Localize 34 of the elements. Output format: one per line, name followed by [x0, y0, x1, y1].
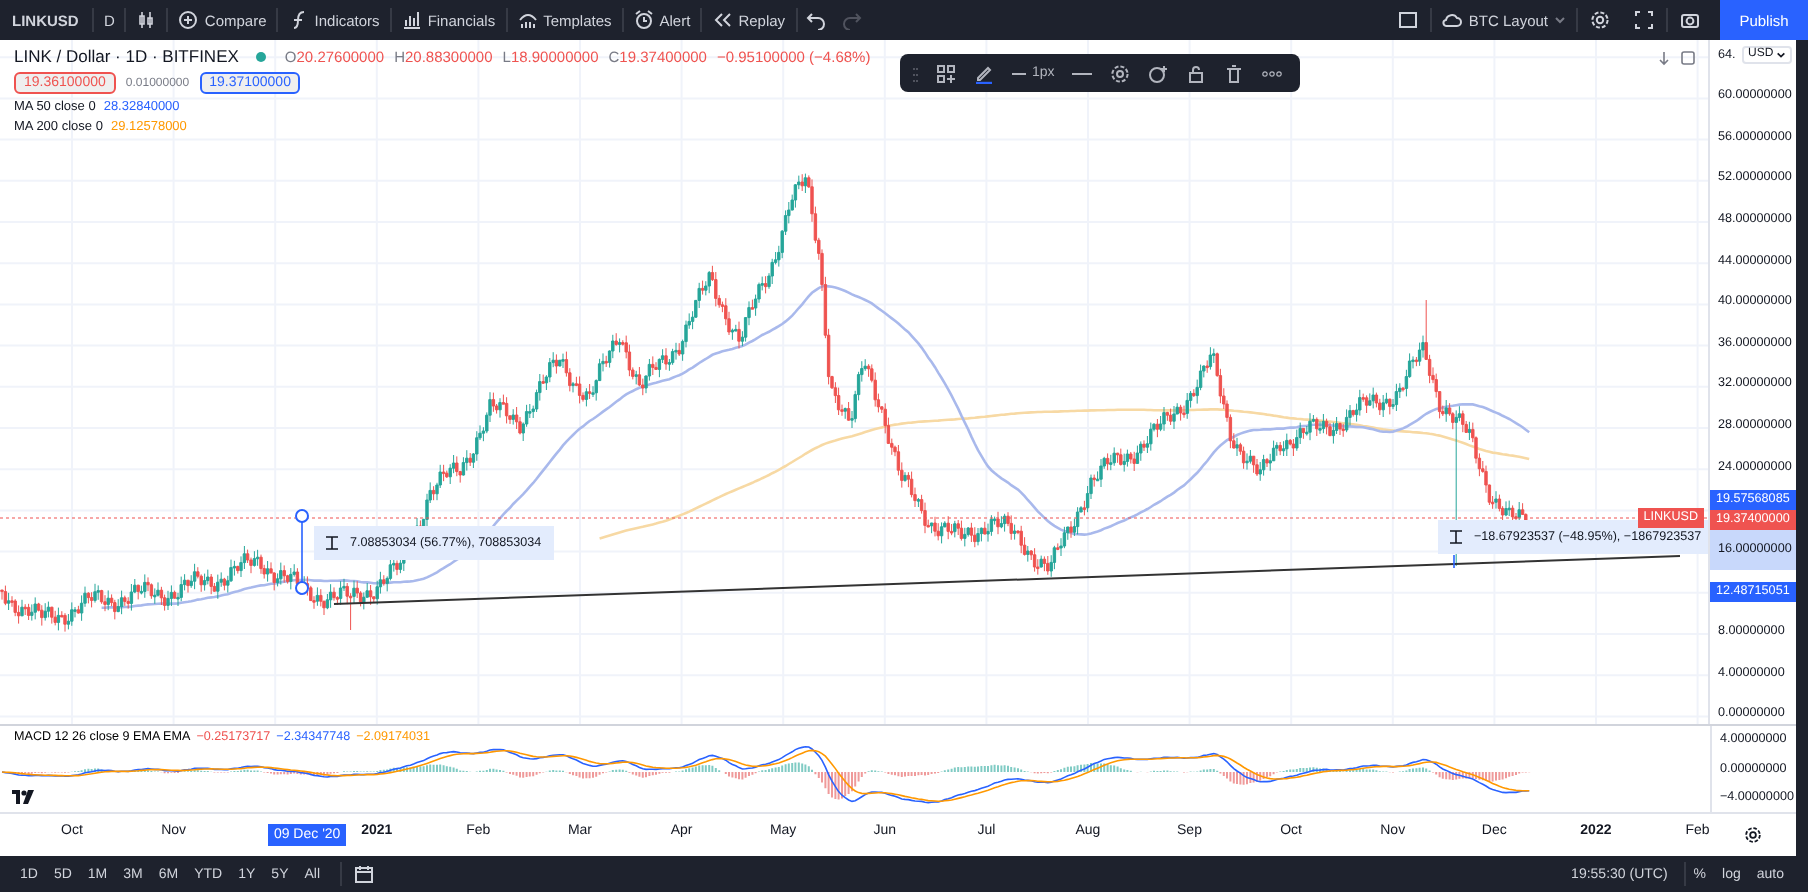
- indicators-icon: [288, 10, 309, 30]
- chart-title: LINK / Dollar · 1D · BITFINEX: [14, 46, 239, 66]
- drag-handle-icon[interactable]: [912, 65, 918, 81]
- object-tree-icon[interactable]: [936, 63, 956, 83]
- undo-icon[interactable]: [805, 10, 826, 30]
- candles-icon[interactable]: [136, 10, 157, 30]
- measure-line[interactable]: [1453, 554, 1455, 569]
- more-icon[interactable]: [1262, 69, 1283, 77]
- settings-icon[interactable]: [1110, 63, 1131, 83]
- compare-icon: [178, 10, 199, 30]
- calendar-icon[interactable]: [354, 864, 375, 884]
- trend-line[interactable]: [333, 555, 1681, 605]
- line-style-icon[interactable]: [1072, 71, 1093, 75]
- arrow-down-icon[interactable]: [1656, 50, 1673, 66]
- range-icon: [326, 536, 338, 550]
- alert-icon: [633, 10, 654, 30]
- financials-icon: [401, 10, 422, 30]
- templates-icon: [517, 10, 538, 30]
- camera-icon[interactable]: [1680, 10, 1700, 30]
- alarm-plus-icon[interactable]: [1148, 63, 1169, 83]
- lock-icon[interactable]: [1186, 63, 1207, 83]
- logo-icon[interactable]: [12, 790, 34, 804]
- caret-icon: [1775, 50, 1786, 60]
- pencil-icon[interactable]: [974, 63, 994, 83]
- range-icon: [1450, 530, 1462, 544]
- measure-drawing[interactable]: [295, 509, 309, 595]
- settings-icon[interactable]: [1744, 826, 1762, 844]
- status-dot: [256, 51, 267, 61]
- caret-icon: [1554, 14, 1566, 26]
- replay-icon: [712, 10, 733, 30]
- line-icon: [1012, 71, 1026, 75]
- cloud-icon: [1442, 10, 1463, 30]
- trash-icon[interactable]: [1224, 63, 1245, 83]
- fullscreen-icon[interactable]: [1634, 10, 1654, 30]
